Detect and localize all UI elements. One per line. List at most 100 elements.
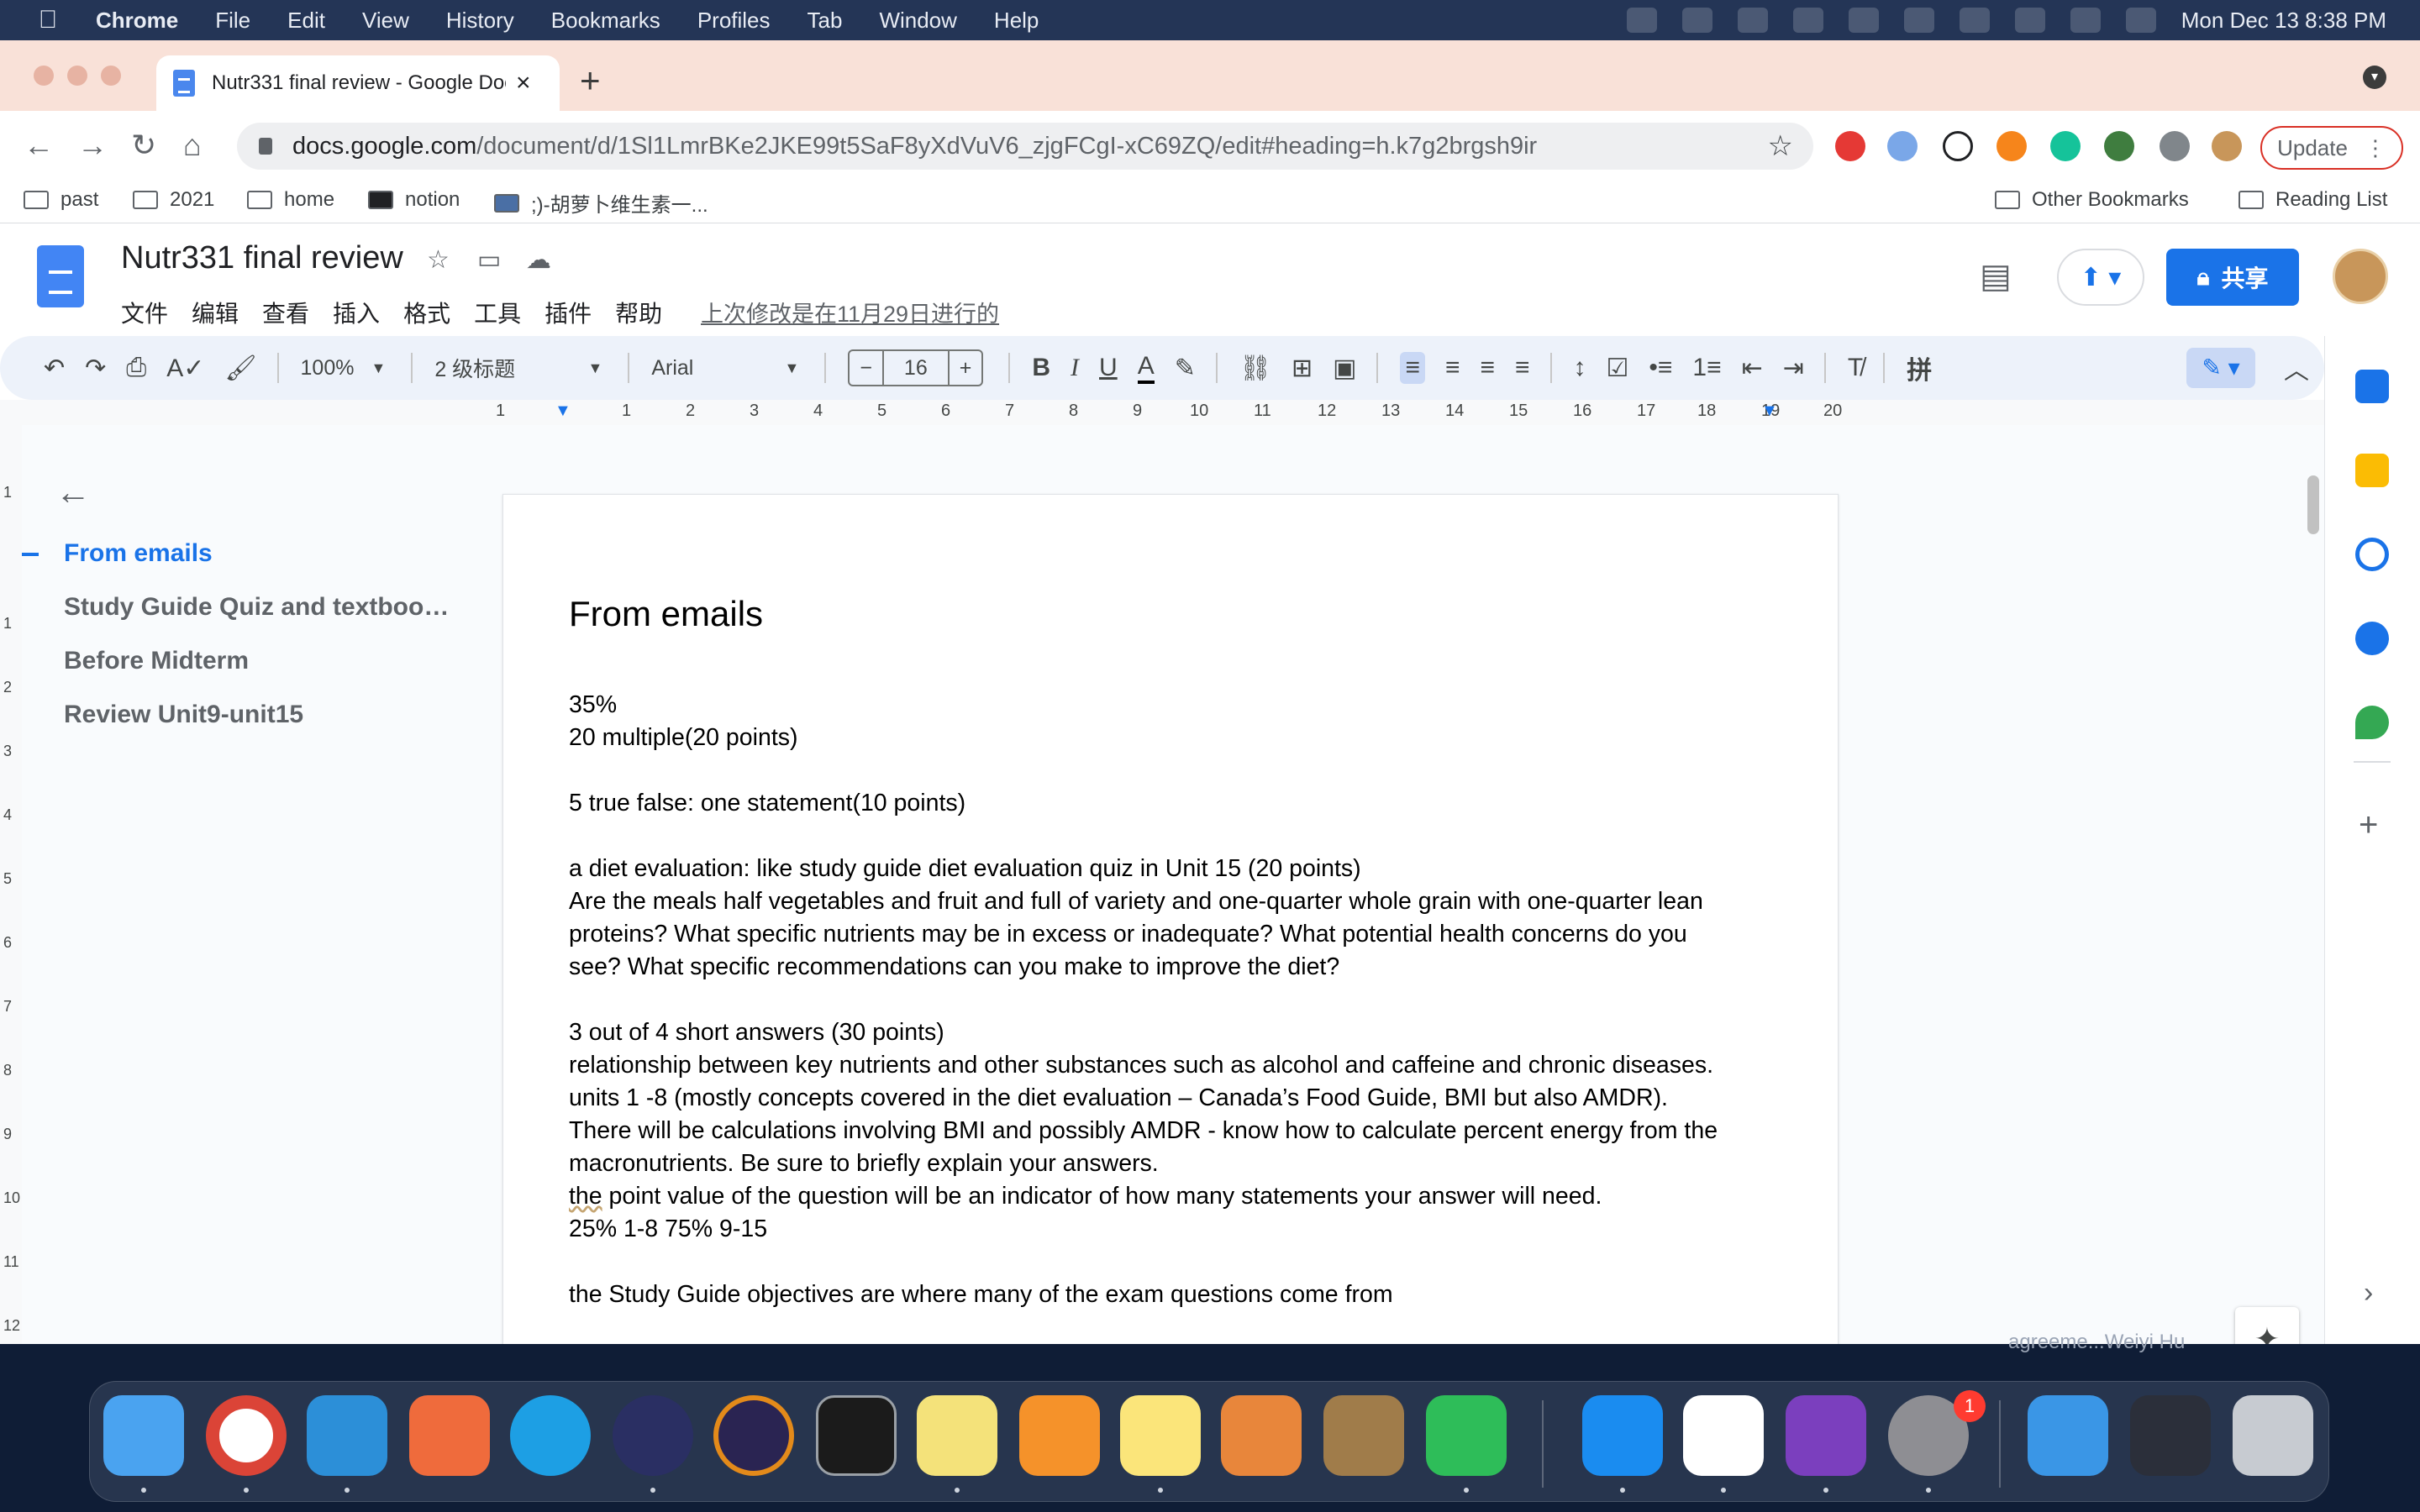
stickies-icon[interactable]	[917, 1395, 997, 1476]
spellcheck-icon[interactable]: A✓	[166, 354, 204, 383]
menu-help[interactable]: Help	[994, 8, 1039, 34]
menu-addons-zh[interactable]: 插件	[544, 296, 592, 329]
insert-image-icon[interactable]: ▣	[1333, 354, 1356, 383]
bold-button[interactable]: B	[1032, 354, 1050, 382]
decrease-font-size-button[interactable]: −	[850, 356, 882, 381]
document-title[interactable]: Nutr331 final review	[121, 240, 403, 276]
print-icon[interactable]: ⎙	[126, 354, 146, 382]
profile-avatar[interactable]	[2212, 131, 2242, 161]
wechat-icon[interactable]	[1426, 1395, 1507, 1476]
new-tab-button[interactable]: +	[580, 60, 601, 101]
share-button[interactable]: 🔒︎ 共享	[2166, 249, 2299, 306]
postman-icon[interactable]	[409, 1395, 490, 1476]
grammar-extension-icon[interactable]	[1943, 131, 1973, 161]
bookmark-star-icon[interactable]: ☆	[1768, 129, 1793, 163]
last-edit-link[interactable]: 上次修改是在11月29日进行的	[701, 296, 999, 328]
increase-indent-icon[interactable]: ⇥	[1783, 354, 1804, 383]
control-center-icon[interactable]	[2070, 8, 2101, 33]
present-button[interactable]: ⬆ ▾	[2057, 249, 2144, 306]
outline-item-from-emails[interactable]: From emails	[64, 539, 213, 568]
docs-logo-icon[interactable]	[37, 245, 84, 307]
notes-icon[interactable]	[1120, 1395, 1201, 1476]
trash-icon[interactable]	[2233, 1395, 2313, 1476]
star-icon[interactable]: ☆	[427, 245, 450, 275]
update-button[interactable]: Update ⋮	[2260, 126, 2403, 170]
other-bookmarks[interactable]: Other Bookmarks	[1995, 188, 2189, 212]
menu-view-zh[interactable]: 查看	[262, 296, 309, 329]
font-select[interactable]: Arial ▼	[651, 356, 799, 381]
window-status-icon[interactable]	[1737, 8, 1768, 33]
increase-font-size-button[interactable]: +	[950, 356, 982, 381]
bookmark-home[interactable]: home	[247, 188, 334, 212]
reeder-icon[interactable]	[613, 1395, 693, 1476]
spotlight-search-icon[interactable]	[2014, 8, 2045, 33]
books-icon[interactable]	[1019, 1395, 1100, 1476]
document-page[interactable]: From emails 35% 20 multiple(20 points) 5…	[502, 494, 1839, 1344]
minimize-window-button[interactable]	[67, 66, 87, 86]
outline-item-before-midterm[interactable]: Before Midterm	[64, 647, 249, 675]
tab-close-icon[interactable]: ×	[516, 69, 531, 97]
numbered-list-icon[interactable]: 1≡	[1692, 354, 1721, 382]
marginnote-icon[interactable]	[1683, 1395, 1764, 1476]
vertical-scrollbar[interactable]	[2307, 475, 2319, 534]
bookmark-vitamin[interactable]: ;)-胡萝卜维生素一...	[494, 188, 708, 218]
menu-file-zh[interactable]: 文件	[121, 296, 168, 329]
text-color-button[interactable]: A	[1137, 352, 1155, 384]
back-icon[interactable]: ←	[24, 128, 54, 163]
eclipse-icon[interactable]	[713, 1395, 794, 1476]
left-indent-marker[interactable]: ▼	[555, 402, 571, 421]
tab-search-icon[interactable]: ▾	[2363, 66, 2386, 89]
bookmark-app-icon[interactable]	[1221, 1395, 1302, 1476]
right-indent-marker[interactable]: ▼	[1761, 402, 1778, 421]
explore-icon[interactable]: ✦	[2235, 1307, 2299, 1344]
wifi-icon[interactable]	[1959, 8, 1990, 33]
clock[interactable]: Mon Dec 13 8:38 PM	[2181, 8, 2386, 34]
justify-icon[interactable]: ≡	[1515, 354, 1530, 382]
menu-window[interactable]: Window	[879, 8, 956, 34]
finder-icon[interactable]	[103, 1395, 184, 1476]
paint-format-icon[interactable]: 🖌︎	[224, 354, 256, 383]
tasks-icon[interactable]	[2355, 538, 2389, 571]
docker-icon[interactable]	[510, 1395, 591, 1476]
menu-insert-zh[interactable]: 插入	[333, 296, 380, 329]
redo-icon[interactable]: ↷	[85, 354, 106, 383]
forward-icon[interactable]: →	[77, 128, 108, 163]
maps-icon[interactable]	[2355, 706, 2389, 739]
highlight-color-icon[interactable]: ✎	[1175, 354, 1196, 383]
menu-format-zh[interactable]: 格式	[403, 296, 450, 329]
editing-mode-button[interactable]: ✎ ▾	[2186, 348, 2255, 388]
menu-tools-zh[interactable]: 工具	[474, 296, 521, 329]
expand-panel-chevron-icon[interactable]: ›	[2364, 1277, 2373, 1310]
extension-icon[interactable]	[1887, 131, 1918, 161]
sequel-pro-icon[interactable]	[1323, 1395, 1404, 1476]
undo-icon[interactable]: ↶	[44, 354, 65, 383]
menu-help-zh[interactable]: 帮助	[615, 296, 662, 329]
menu-history[interactable]: History	[446, 8, 514, 34]
address-bar[interactable]: docs.google.com/document/d/1Sl1LmrBKe2JK…	[237, 123, 1813, 170]
spellcheck-word[interactable]: the	[569, 1183, 602, 1210]
close-window-button[interactable]	[34, 66, 54, 86]
zoom-window-button[interactable]	[101, 66, 121, 86]
siri-icon[interactable]	[2125, 8, 2156, 33]
collapse-toolbar-icon[interactable]: ︿	[2284, 349, 2309, 386]
reeder-status-icon[interactable]	[1681, 8, 1712, 33]
menu-bookmarks[interactable]: Bookmarks	[551, 8, 660, 34]
close-outline-arrow-icon[interactable]: ←	[55, 472, 91, 512]
menu-file[interactable]: File	[215, 8, 250, 34]
contacts-icon[interactable]	[2355, 622, 2389, 655]
align-right-icon[interactable]: ≡	[1480, 354, 1495, 382]
menu-app-chrome[interactable]: Chrome	[96, 8, 178, 34]
onenote-icon[interactable]	[1786, 1395, 1866, 1476]
menu-edit[interactable]: Edit	[287, 8, 325, 34]
download-extension-icon[interactable]	[2104, 131, 2134, 161]
italic-button[interactable]: I	[1071, 354, 1079, 382]
account-avatar[interactable]	[2333, 249, 2388, 304]
keep-icon[interactable]	[2355, 454, 2389, 487]
font-size-input[interactable]: 16	[881, 351, 950, 385]
decrease-indent-icon[interactable]: ⇤	[1742, 354, 1763, 383]
clear-formatting-icon[interactable]: T̸	[1848, 354, 1863, 382]
input-tools-button[interactable]: 拼	[1907, 349, 1932, 386]
reading-list[interactable]: Reading List	[2238, 188, 2387, 212]
app-store-icon[interactable]	[1582, 1395, 1663, 1476]
bulleted-list-icon[interactable]: •≡	[1649, 354, 1672, 382]
